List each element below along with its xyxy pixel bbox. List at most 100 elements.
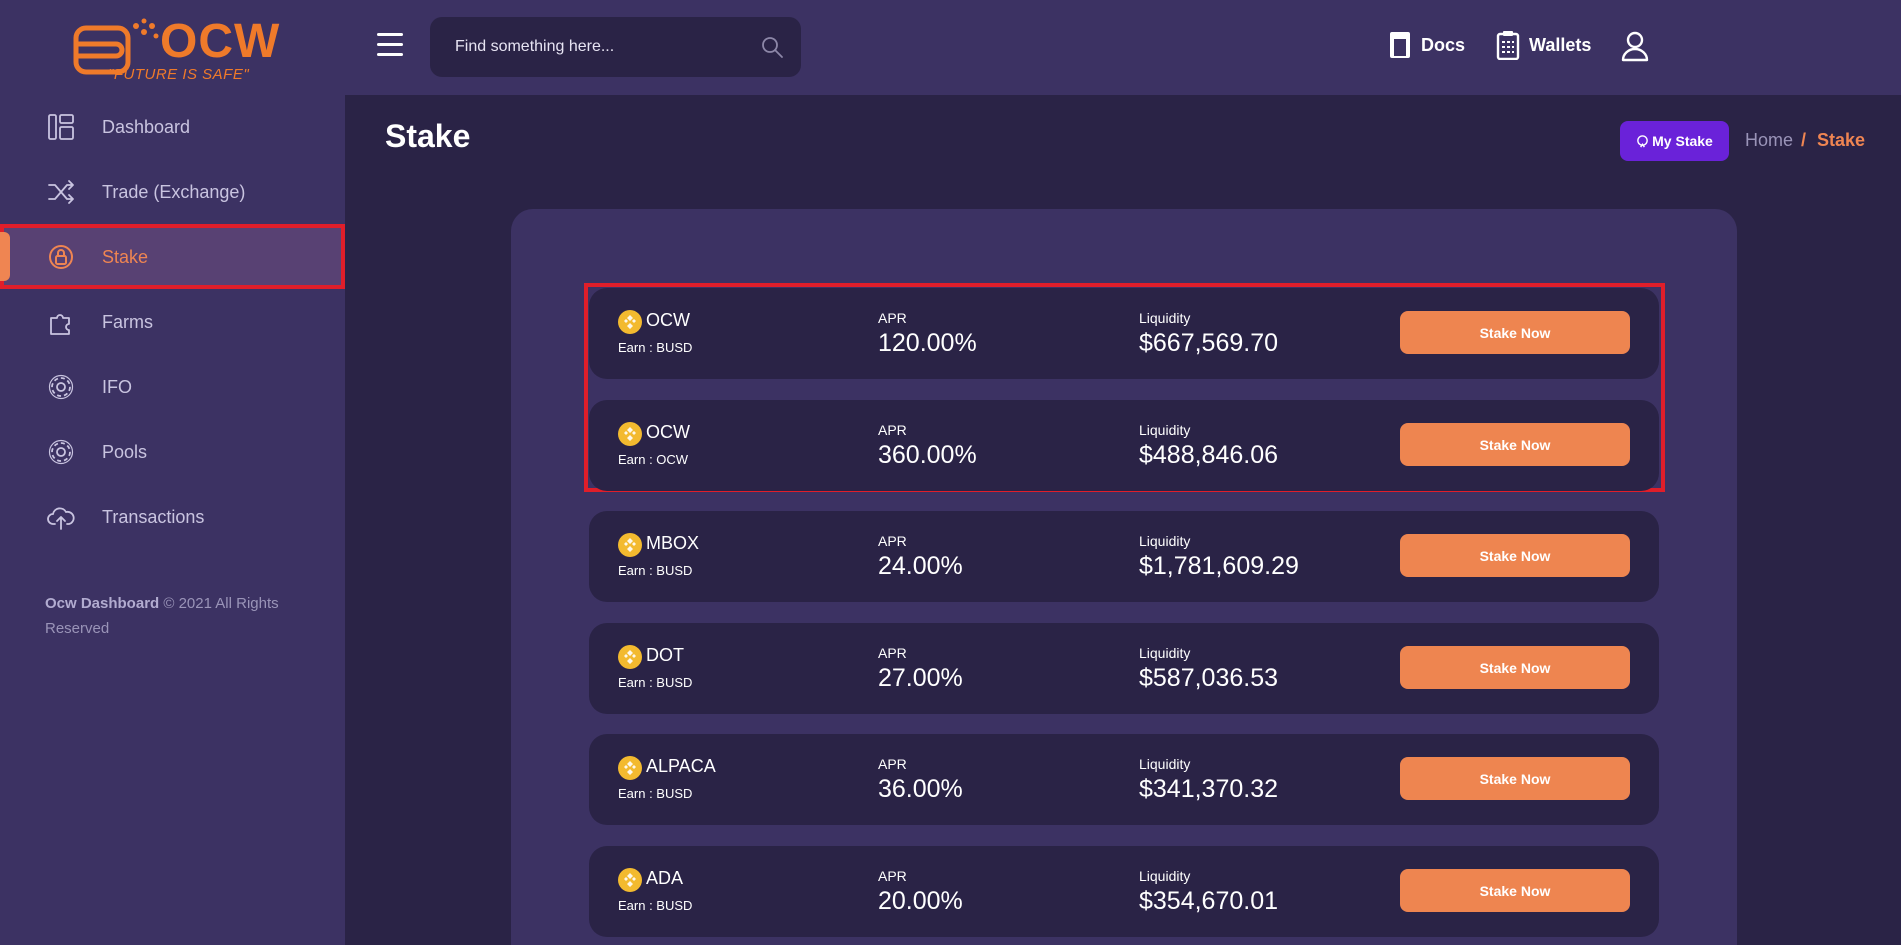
token-name: DOT	[646, 645, 684, 665]
apr-label: APR	[878, 310, 907, 326]
wallet-icon	[1496, 31, 1520, 60]
apr-label: APR	[878, 422, 907, 438]
bnb-coin-icon	[618, 645, 642, 669]
liquidity-label: Liquidity	[1139, 756, 1191, 772]
apr-label: APR	[878, 868, 907, 884]
sidebar-nav: Dashboard Trade (Exchange) Stake Farms I…	[0, 94, 345, 549]
apr-value: 120.00%	[878, 329, 977, 357]
liquidity-value: $354,670.01	[1139, 887, 1279, 915]
stake-now-button[interactable]: Stake Now	[1400, 646, 1630, 689]
bnb-coin-icon	[618, 422, 642, 446]
gear-icon	[48, 374, 74, 400]
sidebar-footer: Ocw Dashboard © 2021 All Rights Reserved	[45, 591, 295, 641]
menu-toggle-icon[interactable]	[377, 33, 403, 57]
stake-pool-card: MBOX Earn : BUSD APR 24.00% Liquidity $1,781,…	[589, 511, 1659, 602]
sidebar-item-label: Trade (Exchange)	[102, 182, 246, 202]
token-name: ALPACA	[646, 756, 716, 776]
apr-value: 27.00%	[878, 664, 963, 692]
search-bar	[430, 17, 801, 77]
breadcrumb-separator: /	[1801, 130, 1807, 150]
stake-now-button[interactable]: Stake Now	[1400, 311, 1630, 354]
token-name: OCW	[646, 310, 690, 330]
apr-label: APR	[878, 756, 907, 772]
sidebar-item-label: IFO	[102, 377, 132, 397]
active-indicator	[0, 232, 10, 281]
stake-pool-card: DOT Earn : BUSD APR 27.00% Liquidity $587,036…	[589, 623, 1659, 714]
earn-token: Earn : BUSD	[618, 675, 693, 690]
token-name: OCW	[646, 422, 690, 442]
stake-pool-card: OCW Earn : BUSD APR 120.00% Liquidity $667,56…	[589, 288, 1659, 379]
liquidity-value: $341,370.32	[1139, 775, 1279, 803]
apr-value: 20.00%	[878, 887, 963, 915]
logo[interactable]: OCW "FUTURE IS SAFE"	[72, 15, 281, 84]
wallets-link[interactable]: Wallets	[1495, 30, 1591, 60]
sidebar-item-ifo[interactable]: IFO	[0, 354, 345, 419]
my-stake-label: My Stake	[1652, 133, 1713, 149]
footer-brand: Ocw Dashboard	[45, 595, 160, 612]
logo-tagline: "FUTURE IS SAFE"	[108, 66, 250, 83]
breadcrumb-home[interactable]: Home	[1745, 130, 1793, 151]
top-header: Docs Wallets	[345, 0, 1901, 95]
apr-label: APR	[878, 533, 907, 549]
sidebar-item-pools[interactable]: Pools	[0, 419, 345, 484]
document-icon	[1390, 32, 1410, 58]
liquidity-label: Liquidity	[1139, 645, 1191, 661]
page-title: Stake	[385, 118, 471, 154]
gear-icon	[48, 439, 74, 465]
bnb-coin-icon	[618, 533, 642, 557]
my-stake-button[interactable]: My Stake	[1620, 121, 1729, 161]
sidebar-item-label: Transactions	[102, 507, 205, 527]
liquidity-label: Liquidity	[1139, 533, 1191, 549]
user-icon[interactable]	[1620, 30, 1650, 62]
liquidity-value: $667,569.70	[1139, 329, 1279, 357]
search-input[interactable]	[430, 17, 740, 77]
earn-token: Earn : BUSD	[618, 786, 693, 801]
docs-label: Docs	[1421, 34, 1466, 55]
shuffle-icon	[48, 180, 74, 204]
apr-label: APR	[878, 645, 907, 661]
sidebar: OCW "FUTURE IS SAFE" Dashboard Trade (Ex…	[0, 0, 345, 945]
sidebar-item-label: Dashboard	[102, 117, 191, 137]
token-name: ADA	[646, 868, 684, 888]
stake-pool-card: OCW Earn : OCW APR 360.00% Liquidity $488,846…	[589, 400, 1659, 491]
apr-value: 360.00%	[878, 441, 977, 469]
docs-link[interactable]: Docs	[1387, 30, 1465, 60]
puzzle-icon	[50, 314, 70, 335]
wallets-label: Wallets	[1529, 34, 1592, 55]
sidebar-item-label: Farms	[102, 312, 153, 332]
logo-wordmark: OCW	[160, 15, 281, 68]
bnb-coin-icon	[618, 868, 642, 892]
liquidity-label: Liquidity	[1139, 868, 1191, 884]
stake-now-button[interactable]: Stake Now	[1400, 757, 1630, 800]
token-name: MBOX	[646, 533, 700, 553]
stake-now-button[interactable]: Stake Now	[1400, 869, 1630, 912]
stake-badge-icon	[1637, 134, 1648, 147]
stake-pool-card: ADA Earn : BUSD APR 20.00% Liquidity $354,670…	[589, 846, 1659, 937]
sidebar-item-trade[interactable]: Trade (Exchange)	[0, 159, 345, 224]
liquidity-value: $1,781,609.29	[1139, 552, 1299, 580]
dashboard-icon	[48, 114, 74, 140]
sidebar-item-label: Pools	[102, 442, 148, 462]
liquidity-label: Liquidity	[1139, 310, 1191, 326]
stake-icon	[49, 245, 73, 269]
apr-value: 36.00%	[878, 775, 963, 803]
sidebar-item-transactions[interactable]: Transactions	[0, 484, 345, 549]
sidebar-item-stake[interactable]: Stake	[0, 224, 345, 289]
earn-token: Earn : BUSD	[618, 563, 693, 578]
sidebar-item-farms[interactable]: Farms	[0, 289, 345, 354]
liquidity-value: $488,846.06	[1139, 441, 1279, 469]
bnb-coin-icon	[618, 310, 642, 334]
apr-value: 24.00%	[878, 552, 963, 580]
sidebar-item-label: Stake	[102, 247, 149, 267]
stake-now-button[interactable]: Stake Now	[1400, 534, 1630, 577]
sidebar-item-dashboard[interactable]: Dashboard	[0, 94, 345, 159]
search-icon[interactable]	[760, 35, 784, 59]
liquidity-value: $587,036.53	[1139, 664, 1279, 692]
liquidity-label: Liquidity	[1139, 422, 1191, 438]
cloud-upload-icon	[47, 507, 75, 530]
breadcrumb-current: Stake	[1817, 130, 1866, 150]
stake-pool-card: ALPACA Earn : BUSD APR 36.00% Liquidity $341,…	[589, 734, 1659, 825]
earn-token: Earn : BUSD	[618, 898, 693, 913]
stake-now-button[interactable]: Stake Now	[1400, 423, 1630, 466]
bnb-coin-icon	[618, 756, 642, 780]
